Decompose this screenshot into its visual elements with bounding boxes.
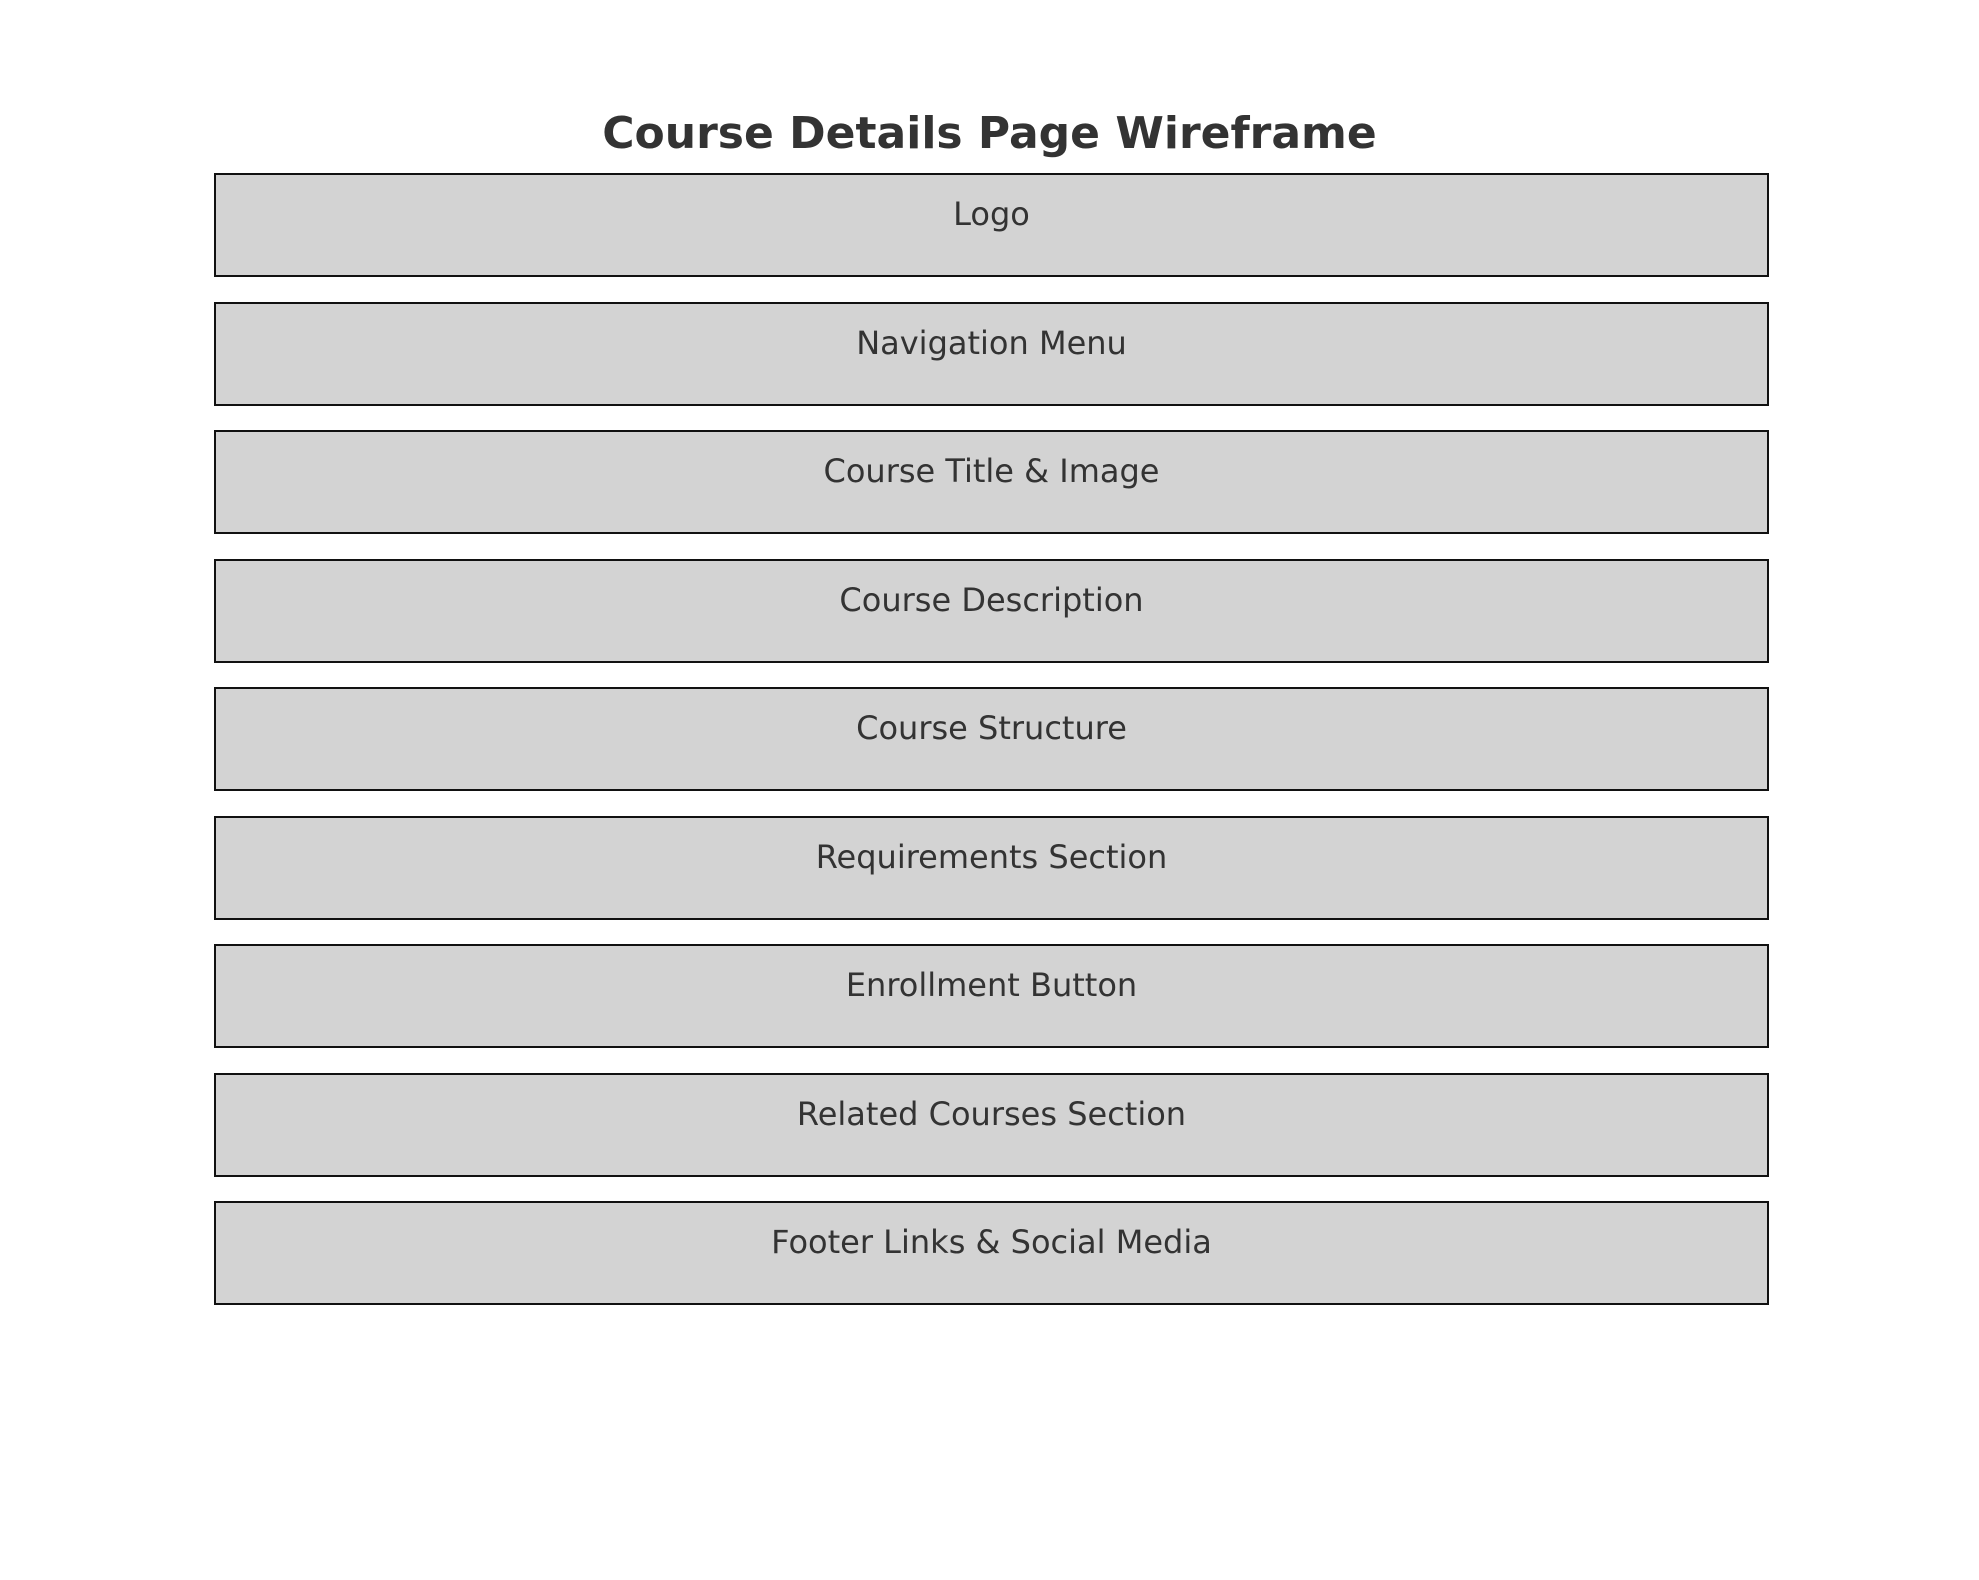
requirements-section-block: Requirements Section [214,815,1769,920]
wireframe-stack: Logo Navigation Menu Course Title & Imag… [214,173,1769,1330]
enrollment-button-block: Enrollment Button [214,944,1769,1048]
navigation-menu-label: Navigation Menu [856,323,1127,362]
course-description-label: Course Description [839,580,1144,619]
navigation-menu-block: Navigation Menu [214,301,1769,406]
requirements-section-label: Requirements Section [815,837,1168,876]
course-title-image-label: Course Title & Image [823,452,1160,490]
related-courses-section-block: Related Courses Section [214,1072,1769,1177]
footer-links-social-media-label: Footer Links & Social Media [771,1223,1212,1261]
course-description-block: Course Description [214,558,1769,663]
footer-links-social-media-block: Footer Links & Social Media [214,1201,1769,1305]
logo-block: Logo [214,173,1769,277]
course-title-image-block: Course Title & Image [214,430,1769,534]
logo-label: Logo [953,195,1030,233]
enrollment-button-label: Enrollment Button [845,966,1138,1004]
course-structure-label: Course Structure [856,709,1127,747]
course-structure-block: Course Structure [214,687,1769,791]
related-courses-section-label: Related Courses Section [796,1094,1187,1133]
page-title: Course Details Page Wireframe [602,108,1377,159]
